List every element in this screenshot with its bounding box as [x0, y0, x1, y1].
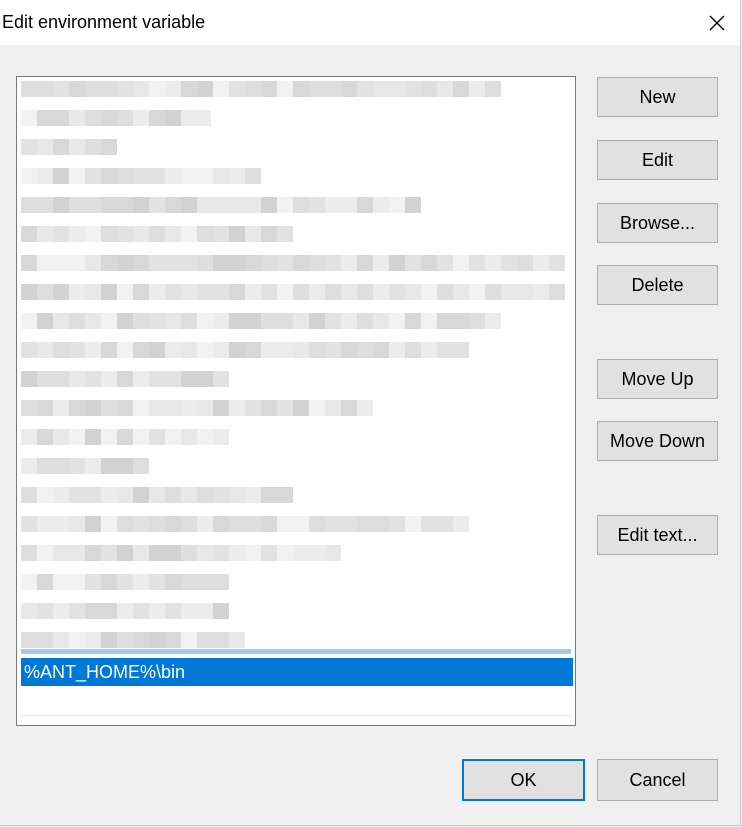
new-button[interactable]: New [597, 77, 718, 117]
list-hover-row [21, 649, 571, 654]
obscured-entry [21, 110, 211, 126]
close-icon [709, 15, 725, 31]
obscured-list-entries [21, 81, 569, 653]
cancel-button[interactable]: Cancel [597, 759, 718, 801]
obscured-entry [21, 545, 341, 561]
obscured-entry [21, 226, 293, 242]
delete-button[interactable]: Delete [597, 265, 718, 305]
edit-button[interactable]: Edit [597, 140, 718, 180]
obscured-entry [21, 574, 229, 590]
obscured-entry [21, 516, 469, 532]
ok-button[interactable]: OK [462, 759, 585, 801]
obscured-entry [21, 487, 293, 503]
obscured-entry [21, 342, 469, 358]
obscured-entry [21, 168, 261, 184]
edit-text-button[interactable]: Edit text... [597, 515, 718, 555]
obscured-entry [21, 313, 501, 329]
move-up-button[interactable]: Move Up [597, 359, 718, 399]
title-bar: Edit environment variable [0, 0, 740, 45]
close-button[interactable] [694, 0, 740, 45]
path-entries-list[interactable]: %ANT_HOME%\bin [16, 76, 576, 726]
edit-environment-variable-dialog: Edit environment variable %ANT_HOME%\bin… [0, 0, 741, 826]
obscured-entry [21, 255, 565, 271]
obscured-entry [21, 603, 229, 619]
list-divider [21, 715, 571, 716]
obscured-entry [21, 400, 373, 416]
obscured-entry [21, 81, 501, 97]
obscured-entry [21, 371, 229, 387]
move-down-button[interactable]: Move Down [597, 421, 718, 461]
list-item-selected[interactable]: %ANT_HOME%\bin [21, 658, 573, 686]
obscured-entry [21, 284, 565, 300]
obscured-entry [21, 139, 117, 155]
browse-button[interactable]: Browse... [597, 203, 718, 243]
obscured-entry [21, 429, 229, 445]
obscured-entry [21, 632, 245, 648]
obscured-entry [21, 458, 149, 474]
dialog-title: Edit environment variable [2, 12, 206, 32]
obscured-entry [21, 197, 421, 213]
